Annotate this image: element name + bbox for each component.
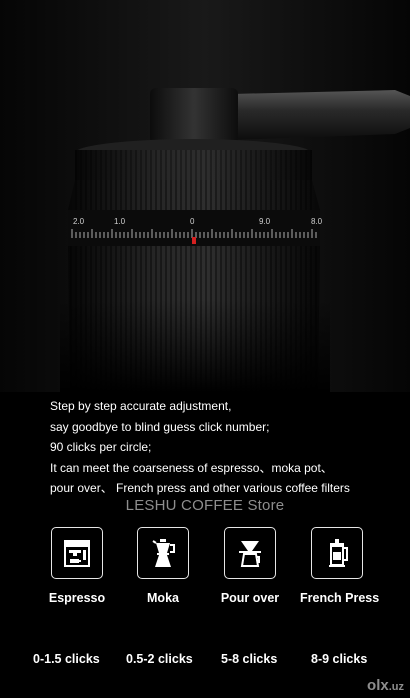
description-line: 90 clicks per circle;	[50, 440, 152, 454]
method-espresso: Espresso	[40, 527, 114, 605]
french-press-icon	[329, 539, 348, 567]
description-line: Step by step accurate adjustment,	[50, 399, 232, 413]
crank-arm	[232, 90, 410, 140]
dial-marker	[192, 237, 196, 244]
description-line: say goodbye to blind guess click number;	[50, 419, 270, 434]
icon-box	[137, 527, 189, 579]
espresso-machine-icon	[64, 540, 90, 567]
description-line: It can meet the coarseness of espresso、m…	[50, 460, 333, 475]
dial-label: 2.0	[73, 217, 85, 226]
icon-box	[51, 527, 103, 579]
clicks-espresso: 0-1.5 clicks	[33, 652, 100, 666]
icon-box	[224, 527, 276, 579]
dial-label: 0	[190, 217, 195, 226]
description: Step by step accurate adjustment, say go…	[50, 396, 400, 499]
method-label: Espresso	[48, 591, 106, 605]
store-name: LESHU COFFEE Store	[125, 497, 285, 514]
method-pour-over: Pour over	[213, 527, 287, 605]
crank-knob	[150, 88, 238, 144]
method-label: Pour over	[220, 591, 280, 605]
description-line: pour over、 French press and other variou…	[50, 481, 350, 495]
grinder-illustration: 2.0 1.0 0 9.0 8.0	[0, 0, 410, 392]
method-label: French Press	[300, 591, 380, 605]
method-moka: Moka	[126, 527, 200, 605]
clicks-moka: 0.5-2 clicks	[126, 652, 193, 666]
watermark-logo: olx.uz	[367, 677, 404, 694]
icon-box	[311, 527, 363, 579]
dial-label: 1.0	[114, 217, 126, 226]
watermark-text: olx	[367, 677, 389, 694]
clicks-pour-over: 5-8 clicks	[221, 652, 278, 666]
watermark-suffix: .uz	[388, 681, 404, 693]
moka-pot-icon	[152, 539, 175, 567]
dial-label: 8.0	[311, 217, 323, 226]
dial-label: 9.0	[259, 217, 271, 226]
pour-over-icon	[239, 541, 261, 567]
clicks-french-press: 8-9 clicks	[311, 652, 368, 666]
method-french-press: French Press	[300, 527, 380, 605]
method-label: Moka	[147, 591, 179, 605]
grinder-image: 2.0 1.0 0 9.0 8.0	[0, 0, 410, 392]
